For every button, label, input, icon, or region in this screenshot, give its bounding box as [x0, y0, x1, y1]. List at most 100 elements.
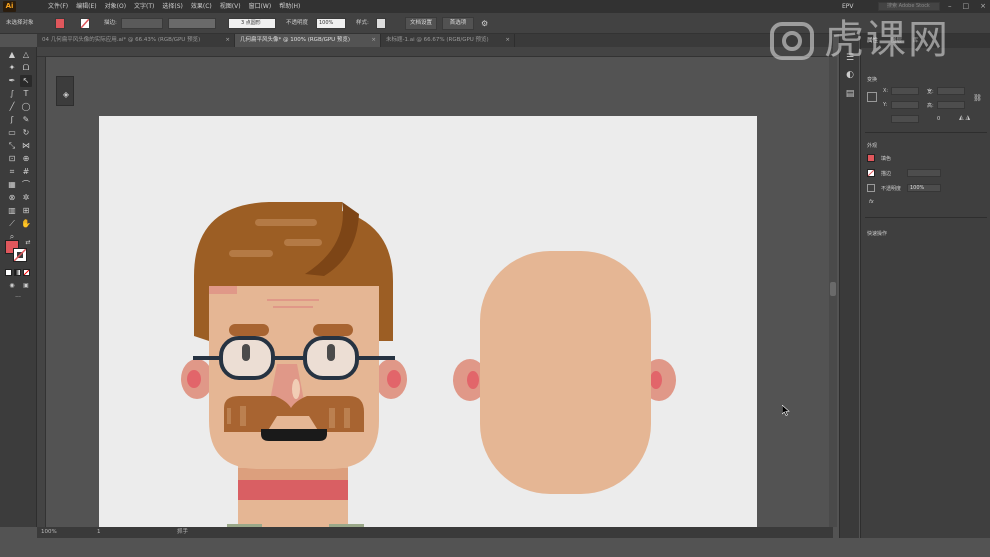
- tab-close-icon[interactable]: ×: [225, 34, 230, 47]
- hand-tool-icon[interactable]: ✋: [20, 218, 32, 230]
- tab-close-icon[interactable]: ×: [371, 34, 376, 47]
- stroke-weight-field[interactable]: [907, 169, 941, 177]
- artboard-navigator[interactable]: 1: [97, 527, 101, 538]
- zoom-level[interactable]: 100%: [41, 527, 57, 538]
- reference-point-icon[interactable]: [867, 92, 877, 102]
- menu-view[interactable]: 视图(V): [216, 0, 245, 13]
- swap-fill-stroke-icon[interactable]: ⇄: [22, 237, 34, 249]
- mesh-tool-icon[interactable]: #: [20, 166, 32, 178]
- width-tool-icon[interactable]: ⋈: [20, 140, 32, 152]
- preferences-button[interactable]: 首选项: [442, 17, 474, 30]
- type-tool-icon[interactable]: T: [20, 88, 32, 100]
- tab-libraries[interactable]: 库: [913, 34, 919, 48]
- menu-file[interactable]: 文件(F): [44, 0, 72, 13]
- tab-close-icon[interactable]: ×: [505, 34, 510, 47]
- stroke-swatch[interactable]: [13, 248, 27, 262]
- graph-tool-icon[interactable]: ▥: [6, 205, 18, 217]
- menu-object[interactable]: 对象(O): [101, 0, 130, 13]
- menu-effect[interactable]: 效果(C): [187, 0, 216, 13]
- workspace-switcher[interactable]: EPV: [842, 1, 854, 12]
- artboard[interactable]: [99, 116, 757, 527]
- blend-tool-icon[interactable]: ⊗: [6, 192, 18, 204]
- tab-document-2[interactable]: 几何扁平风头像* @ 100% (RGB/GPU 预览) ×: [235, 34, 381, 47]
- tab-layers[interactable]: 图层: [891, 34, 902, 48]
- x-field[interactable]: [891, 87, 919, 95]
- direct-selection-tool-icon[interactable]: △: [20, 49, 32, 61]
- magic-wand-tool-icon[interactable]: ✦: [6, 62, 18, 74]
- eyedropper-tool-icon[interactable]: ⌒: [20, 179, 32, 191]
- screen-mode-icon[interactable]: ▣: [20, 280, 32, 292]
- gradient-tool-icon[interactable]: ▦: [6, 179, 18, 191]
- menu-window[interactable]: 窗口(W): [245, 0, 276, 13]
- pen-tool-icon[interactable]: ✒: [6, 75, 18, 87]
- rotate-tool-icon[interactable]: ↻: [20, 127, 32, 139]
- brush-definition-field[interactable]: 3 点圆形: [228, 18, 276, 29]
- arrange-icon[interactable]: ⚙: [481, 13, 488, 34]
- head-shape: [480, 251, 651, 494]
- scroll-thumb[interactable]: [830, 282, 836, 296]
- color-mode-icon[interactable]: [5, 269, 12, 276]
- ellipse-tool-icon[interactable]: ◯: [20, 101, 32, 113]
- lasso-tool-icon[interactable]: ᗝ: [20, 62, 32, 74]
- height-field[interactable]: [937, 101, 965, 109]
- blank-head[interactable]: [453, 251, 676, 494]
- menu-help[interactable]: 帮助(H): [275, 0, 304, 13]
- tab-document-1[interactable]: 04 几何扁平风头像的实际应用.ai* @ 66.43% (RGB/GPU 预览…: [37, 34, 235, 47]
- horizontal-ruler[interactable]: [37, 47, 833, 57]
- symbol-sprayer-tool-icon[interactable]: ✲: [20, 192, 32, 204]
- libraries-dock-icon[interactable]: ◐: [844, 69, 856, 81]
- stroke-color-chip[interactable]: [867, 169, 875, 177]
- graphic-style-swatch[interactable]: [376, 18, 386, 29]
- selection-tool-icon[interactable]: ▲: [6, 49, 18, 61]
- slice-tool-icon[interactable]: ⟋: [6, 218, 18, 230]
- angle-field[interactable]: [891, 115, 919, 123]
- appearance-heading: 外观: [867, 143, 878, 149]
- floating-layers-panel[interactable]: ◈: [56, 76, 74, 106]
- flip-icon[interactable]: ◭ ◮: [959, 114, 970, 121]
- man-avatar[interactable]: [181, 202, 407, 527]
- properties-dock-icon[interactable]: ☰: [844, 52, 856, 64]
- eraser-tool-icon[interactable]: ▭: [6, 127, 18, 139]
- scale-tool-icon[interactable]: ⤡: [6, 140, 18, 152]
- tab-properties[interactable]: 属性: [867, 34, 878, 48]
- width-field[interactable]: [937, 87, 965, 95]
- opacity-field[interactable]: 100%: [316, 18, 346, 29]
- menu-edit[interactable]: 编辑(E): [72, 0, 100, 13]
- variable-width-field[interactable]: [168, 18, 216, 29]
- menu-select[interactable]: 选择(S): [158, 0, 187, 13]
- shape-builder-tool-icon[interactable]: ⊕: [20, 153, 32, 165]
- artboard-tool-icon[interactable]: ⊞: [20, 205, 32, 217]
- mustache-stripe: [344, 408, 350, 428]
- close-window-button[interactable]: ×: [980, 0, 986, 13]
- none-mode-icon[interactable]: [23, 269, 30, 276]
- vertical-ruler[interactable]: [37, 57, 46, 527]
- y-field[interactable]: [891, 101, 919, 109]
- artboards-dock-icon[interactable]: ▤: [844, 88, 856, 100]
- stock-search-input[interactable]: 搜索 Adobe Stock: [878, 2, 940, 11]
- fill-color-chip[interactable]: [867, 154, 875, 162]
- pencil-tool-icon[interactable]: ✎: [20, 114, 32, 126]
- layers-icon[interactable]: ◈: [61, 90, 71, 100]
- paintbrush-tool-icon[interactable]: ʃ: [6, 114, 18, 126]
- document-setup-button[interactable]: 文档设置: [405, 17, 437, 30]
- effects-button[interactable]: fx: [869, 199, 874, 205]
- anchor-tool-icon[interactable]: ↖: [20, 75, 32, 87]
- vertical-scrollbar[interactable]: [829, 57, 837, 527]
- stroke-color-swatch[interactable]: [80, 18, 90, 29]
- opacity-field[interactable]: 100%: [907, 184, 941, 192]
- minimize-button[interactable]: –: [948, 0, 952, 13]
- menu-type[interactable]: 文字(T): [130, 0, 158, 13]
- draw-mode-icon[interactable]: ◉: [6, 280, 18, 292]
- free-transform-tool-icon[interactable]: ⊡: [6, 153, 18, 165]
- curvature-tool-icon[interactable]: ∫: [6, 88, 18, 100]
- line-tool-icon[interactable]: ╱: [6, 101, 18, 113]
- canvas-area[interactable]: [47, 57, 833, 527]
- stroke-weight-field[interactable]: [121, 18, 163, 29]
- tab-document-3[interactable]: 未标题-1.ai @ 66.67% (RGB/GPU 预览) ×: [381, 34, 515, 47]
- perspective-tool-icon[interactable]: ⌗: [6, 166, 18, 178]
- maximize-button[interactable]: □: [963, 0, 970, 13]
- constrain-proportions-icon[interactable]: ⛓: [973, 94, 982, 102]
- gradient-mode-icon[interactable]: [14, 269, 21, 276]
- edit-toolbar-icon[interactable]: ···: [12, 292, 24, 304]
- fill-color-swatch[interactable]: [55, 18, 65, 29]
